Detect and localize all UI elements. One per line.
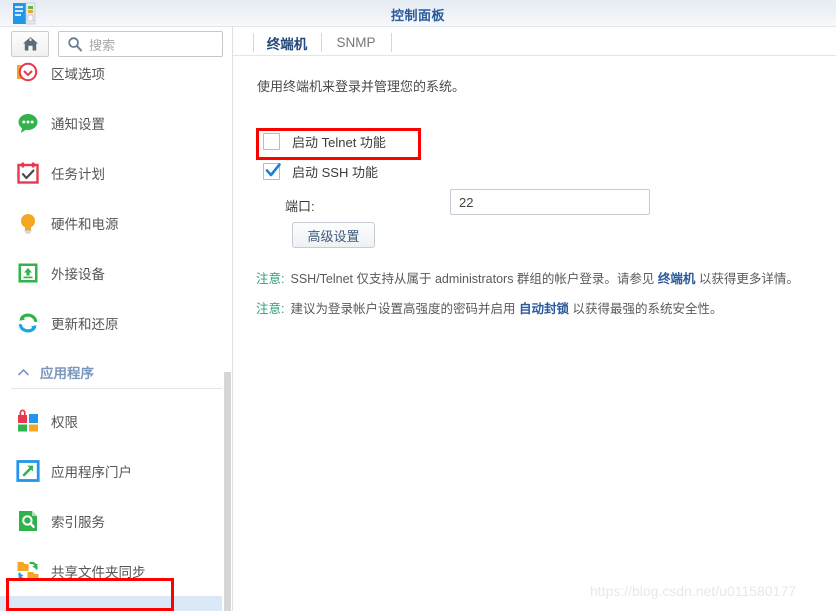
note-link-auto-block[interactable]: 自动封锁	[519, 302, 569, 316]
note-tag: 注意:	[256, 302, 285, 316]
sidebar-section-label: 应用程序	[40, 366, 94, 381]
tab-snmp[interactable]: SNMP	[325, 30, 387, 55]
sidebar-nav-list: 区域选项 通知设置 任务计划 硬件和电源 外接设备 更新和还原 应用程序 权限 …	[0, 62, 231, 611]
sidebar-item-label: 索引服务	[51, 515, 105, 530]
port-input[interactable]	[450, 189, 650, 215]
sidebar-item-label: 硬件和电源	[51, 217, 119, 232]
sidebar: 区域选项 通知设置	[0, 27, 231, 611]
sidebar-section-divider	[11, 388, 222, 389]
checkmark-icon	[265, 162, 281, 180]
tab-separator	[253, 33, 254, 52]
calendar-check-icon	[16, 161, 40, 185]
sidebar-item-label: 共享文件夹同步	[51, 565, 146, 580]
sidebar-item-hardware-power[interactable]: 硬件和电源	[0, 198, 222, 248]
enable-ssh-label: 启动 SSH 功能	[292, 165, 378, 180]
enable-ssh-row[interactable]: 启动 SSH 功能	[263, 162, 378, 181]
note-text-after: 以获得最强的系统安全性。	[572, 302, 723, 316]
tab-separator	[391, 33, 392, 52]
folder-sync-icon	[16, 559, 40, 583]
lightbulb-icon	[16, 211, 40, 235]
note-text-before: SSH/Telnet 仅支持从属于 administrators 群组的帐户登录…	[290, 272, 655, 286]
note-row-ssh-telnet: 注意: SSH/Telnet 仅支持从属于 administrators 群组的帐…	[256, 268, 799, 287]
window-title: 控制面板	[390, 8, 445, 23]
app-portal-icon	[16, 459, 40, 483]
enable-telnet-label: 启动 Telnet 功能	[292, 135, 386, 150]
clock-icon	[16, 62, 40, 85]
sidebar-toolbar	[0, 27, 231, 62]
sidebar-item-permissions[interactable]: 权限	[0, 396, 222, 446]
sidebar-scrollbar-thumb[interactable]	[224, 372, 231, 611]
tab-terminal[interactable]: 终端机	[257, 30, 317, 55]
tab-bar-underline	[233, 55, 836, 56]
refresh-circle-icon	[16, 311, 40, 335]
chevron-up-icon	[17, 366, 29, 378]
enable-ssh-checkbox[interactable]	[263, 162, 281, 180]
note-tag: 注意:	[256, 272, 285, 286]
port-label: 端口:	[285, 199, 315, 214]
external-device-icon	[16, 261, 40, 285]
sidebar-item-label: 应用程序门户	[51, 465, 132, 480]
notification-bubble-icon	[16, 111, 40, 135]
sidebar-item-label: 任务计划	[51, 167, 105, 182]
sidebar-item-label: 区域选项	[51, 67, 105, 82]
window-titlebar: 控制面板	[0, 0, 836, 27]
sidebar-section-applications[interactable]: 应用程序	[0, 354, 222, 390]
sidebar-item-region-options[interactable]: 区域选项	[0, 62, 222, 98]
index-service-icon	[16, 509, 40, 533]
sidebar-item-terminal-snmp[interactable]: 终端机和 SNMP	[0, 596, 222, 611]
sidebar-item-external-devices[interactable]: 外接设备	[0, 248, 222, 298]
search-box[interactable]	[58, 31, 223, 58]
sidebar-item-label: 更新和还原	[51, 317, 119, 332]
sidebar-item-label: 外接设备	[51, 267, 105, 282]
tab-bar: 终端机 SNMP	[233, 27, 836, 56]
sidebar-item-shared-folder-sync[interactable]: 共享文件夹同步	[0, 546, 222, 596]
home-button[interactable]	[11, 31, 49, 57]
home-icon	[12, 32, 48, 56]
note-text-after: 以获得更多详情。	[698, 272, 799, 286]
sidebar-item-indexing-service[interactable]: 索引服务	[0, 496, 222, 546]
sidebar-item-update-restore[interactable]: 更新和还原	[0, 298, 222, 348]
tab-separator	[321, 33, 322, 52]
search-input[interactable]	[87, 32, 221, 58]
enable-telnet-row[interactable]: 启动 Telnet 功能	[263, 132, 386, 151]
enable-telnet-checkbox[interactable]	[263, 133, 280, 150]
advanced-settings-button[interactable]: 高级设置	[292, 222, 375, 248]
search-icon	[67, 36, 83, 52]
sidebar-item-application-portal[interactable]: 应用程序门户	[0, 446, 222, 496]
sidebar-item-notification-settings[interactable]: 通知设置	[0, 98, 222, 148]
note-link-terminal[interactable]: 终端机	[658, 272, 696, 286]
sidebar-item-label: 通知设置	[51, 117, 105, 132]
sidebar-item-task-scheduler[interactable]: 任务计划	[0, 148, 222, 198]
note-row-password: 注意: 建议为登录帐户设置高强度的密码并启用 自动封锁 以获得最强的系统安全性。	[256, 298, 723, 317]
note-text-before: 建议为登录帐户设置高强度的密码并启用	[290, 302, 516, 316]
sidebar-item-label: 权限	[51, 415, 78, 430]
permissions-squares-icon	[16, 409, 40, 433]
intro-description: 使用终端机来登录并管理您的系统。	[257, 79, 466, 94]
main-content: 终端机 SNMP 使用终端机来登录并管理您的系统。 启动 Telnet 功能 启…	[233, 27, 836, 611]
